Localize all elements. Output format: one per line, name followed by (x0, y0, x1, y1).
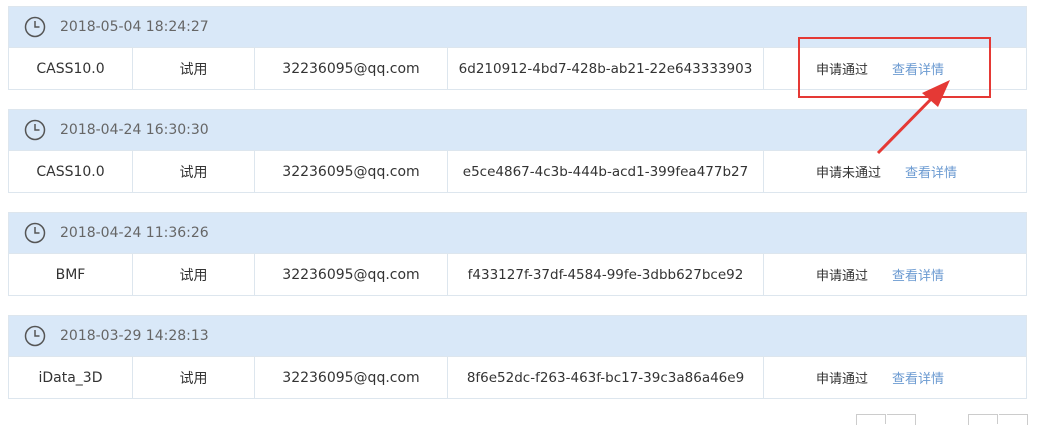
pagination-divider (885, 414, 887, 424)
annotation-arrow-icon (876, 80, 950, 155)
pagination-divider (997, 414, 999, 424)
